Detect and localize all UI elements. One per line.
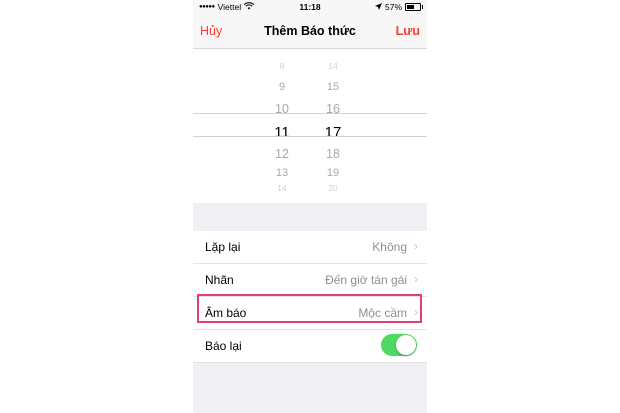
hour-option[interactable]: 13: [265, 167, 299, 179]
label-row[interactable]: Nhãn Đến giờ tán gái ›: [193, 264, 427, 297]
minute-option[interactable]: 14: [316, 61, 350, 71]
save-button[interactable]: Lưu: [396, 24, 420, 38]
chevron-right-icon: ›: [414, 239, 418, 253]
toggle-knob: [396, 335, 416, 355]
repeat-value: Không: [372, 240, 407, 254]
section-gap: [193, 203, 427, 231]
phone-screen: ●●●●● Viettel 11:18 57% Hủy Thêm Báo thứ…: [193, 0, 427, 413]
snooze-toggle[interactable]: [381, 334, 417, 356]
time-picker[interactable]: 8 9 10 11 12 13 14 14 15 16 17 18 19 20: [193, 49, 427, 203]
minute-option[interactable]: 20: [316, 183, 350, 193]
snooze-row: Báo lại: [193, 330, 427, 363]
hour-option[interactable]: 9: [265, 81, 299, 93]
battery-icon: [405, 3, 423, 11]
battery-percent: 57%: [384, 2, 402, 12]
minute-option[interactable]: 15: [316, 81, 350, 93]
page-title: Thêm Báo thức: [264, 24, 356, 38]
minute-option[interactable]: 18: [316, 147, 350, 161]
minute-option[interactable]: 19: [316, 167, 350, 179]
hour-option[interactable]: 12: [265, 147, 299, 161]
hour-option[interactable]: 11: [265, 124, 299, 141]
battery-level-fill: [407, 5, 414, 9]
picker-selection-line-top: [193, 113, 427, 114]
status-bar: ●●●●● Viettel 11:18 57%: [193, 0, 427, 14]
snooze-label: Báo lại: [205, 339, 242, 353]
chevron-right-icon: ›: [414, 272, 418, 286]
alarm-settings-list: Lặp lại Không › Nhãn Đến giờ tán gái › Â…: [193, 231, 427, 363]
label-label: Nhãn: [205, 273, 234, 287]
navigation-bar: Hủy Thêm Báo thức Lưu: [193, 14, 427, 49]
location-arrow-icon: [374, 2, 382, 12]
repeat-label: Lặp lại: [205, 240, 241, 254]
hour-option[interactable]: 14: [265, 183, 299, 193]
label-value: Đến giờ tán gái: [325, 273, 407, 287]
repeat-row[interactable]: Lặp lại Không ›: [193, 231, 427, 264]
picker-selection-line-bottom: [193, 136, 427, 137]
minute-option[interactable]: 17: [316, 124, 350, 141]
sound-row-highlight-box: [197, 294, 422, 323]
hour-option[interactable]: 8: [265, 61, 299, 71]
status-right: 57%: [374, 2, 423, 12]
